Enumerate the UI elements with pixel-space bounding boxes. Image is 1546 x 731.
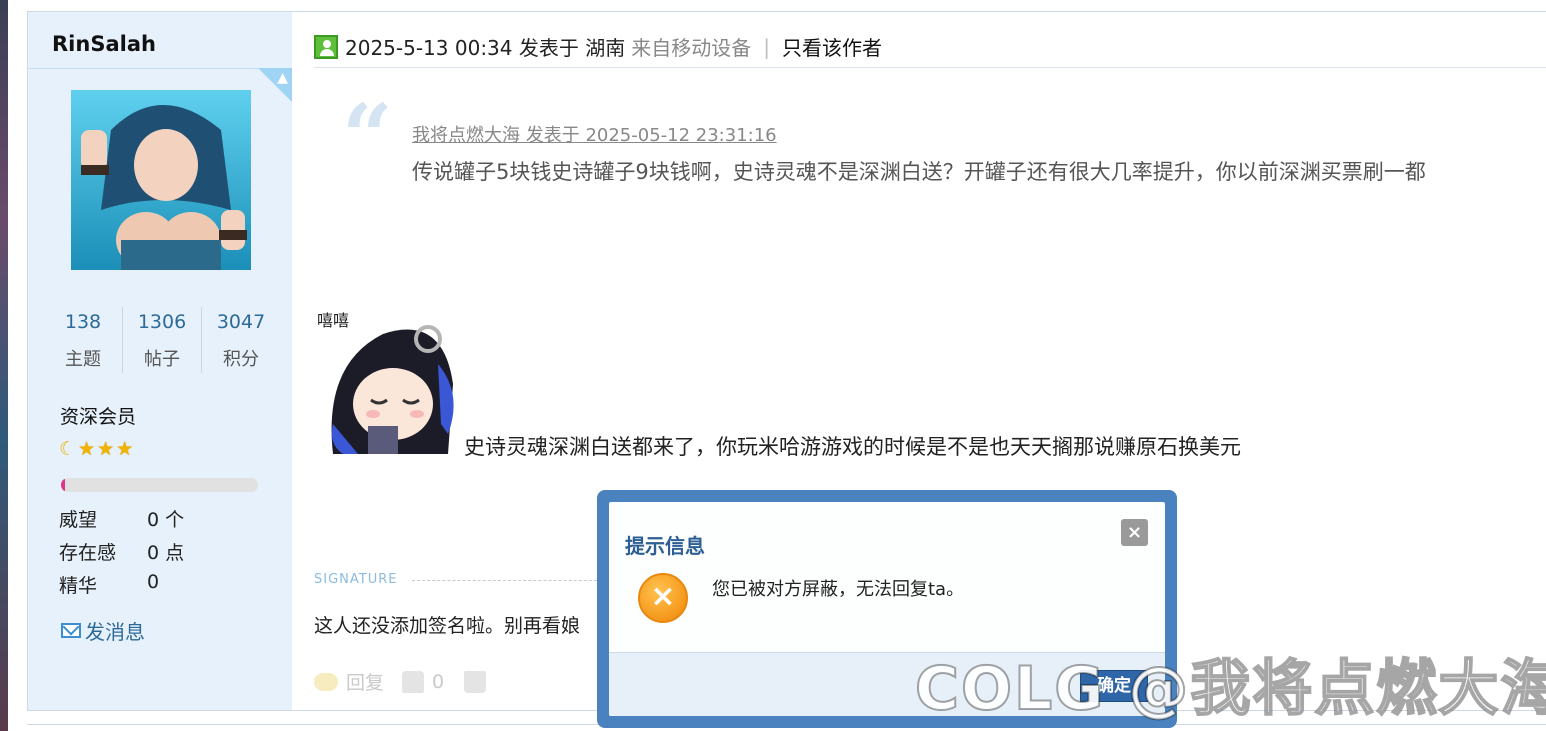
- info-row-digest: 精华 0: [59, 571, 160, 597]
- header-separator: |: [763, 34, 770, 59]
- sticker-caption: 嘻嘻: [317, 311, 349, 330]
- stat-posts[interactable]: 1306 帖子: [122, 307, 201, 373]
- reply-text: 史诗灵魂深渊白送都来了，你玩米哈游游戏的时候是不是也天天搁那说赚原石换美元: [464, 435, 1241, 459]
- rank-progress-fill: [61, 478, 65, 492]
- stat-threads[interactable]: 138 主题: [44, 307, 122, 373]
- send-message-link[interactable]: 发消息: [61, 616, 145, 645]
- post-actions: 回复 0: [314, 668, 487, 695]
- signature-text: 这人还没添加签名啦。别再看娘: [314, 615, 581, 637]
- author-sidebar: RinSalah ▲ 138 主题 1306 帖子 3047 积分 资深会员 ☾…: [28, 12, 292, 710]
- signature-divider: [412, 580, 602, 581]
- user-rank: 资深会员: [60, 406, 137, 428]
- android-icon: ▲: [277, 70, 288, 86]
- author-username[interactable]: RinSalah: [52, 32, 156, 56]
- close-icon[interactable]: ×: [1121, 519, 1148, 546]
- star-icon: ★: [116, 438, 134, 460]
- mail-icon: [61, 623, 81, 638]
- quote-text: 传说罐子5块钱史诗罐子9块钱啊，史诗灵魂不是深渊白送？开罐子还有很大几率提升，你…: [412, 160, 1426, 184]
- quote-icon: “: [342, 84, 393, 188]
- window-left-edge: [0, 0, 8, 731]
- reply-icon[interactable]: [314, 672, 338, 691]
- avatar[interactable]: [71, 90, 251, 270]
- stat-points[interactable]: 3047 积分: [201, 307, 280, 373]
- moon-icon: ☾: [59, 438, 77, 460]
- post-time: 2025-5-13 00:34 发表于 湖南: [345, 36, 626, 60]
- info-row-presence: 存在感 0 点: [59, 542, 185, 564]
- info-row-prestige: 威望 0 个: [59, 509, 185, 531]
- error-icon: ×: [638, 573, 688, 623]
- sticker-image: 嘻嘻: [313, 304, 464, 454]
- user-stats: 138 主题 1306 帖子 3047 积分: [44, 307, 280, 373]
- signature-label: SIGNATURE: [314, 572, 398, 587]
- rank-progress-bar: [61, 478, 258, 492]
- header-divider: [314, 67, 1546, 68]
- only-author-link[interactable]: 只看该作者: [782, 32, 882, 61]
- dialog-title: 提示信息: [625, 534, 705, 558]
- reply-button[interactable]: 回复: [346, 668, 384, 695]
- star-icon: ★: [78, 438, 96, 460]
- post-device: 来自移动设备: [631, 36, 752, 60]
- user-online-icon: [314, 34, 338, 59]
- dialog-message: 您已被对方屏蔽，无法回复ta。: [712, 579, 965, 600]
- post-header: 2025-5-13 00:34 发表于 湖南 来自移动设备 | 只看该作者: [314, 32, 882, 61]
- thumbs-down-icon[interactable]: [464, 670, 487, 693]
- like-count: 0: [432, 670, 445, 693]
- watermark: COLG @我将点燃大海: [914, 653, 1546, 725]
- star-icon: ★: [97, 438, 115, 460]
- quote-author-link[interactable]: 我将点燃大海 发表于 2025-05-12 23:31:16: [412, 121, 777, 147]
- sidebar-divider: [28, 68, 292, 69]
- thumbs-up-icon[interactable]: [402, 670, 425, 693]
- rank-icons: ☾ ★ ★ ★: [59, 438, 133, 460]
- user-info: 威望 0 个 存在感 0 点 精华 0: [59, 505, 184, 604]
